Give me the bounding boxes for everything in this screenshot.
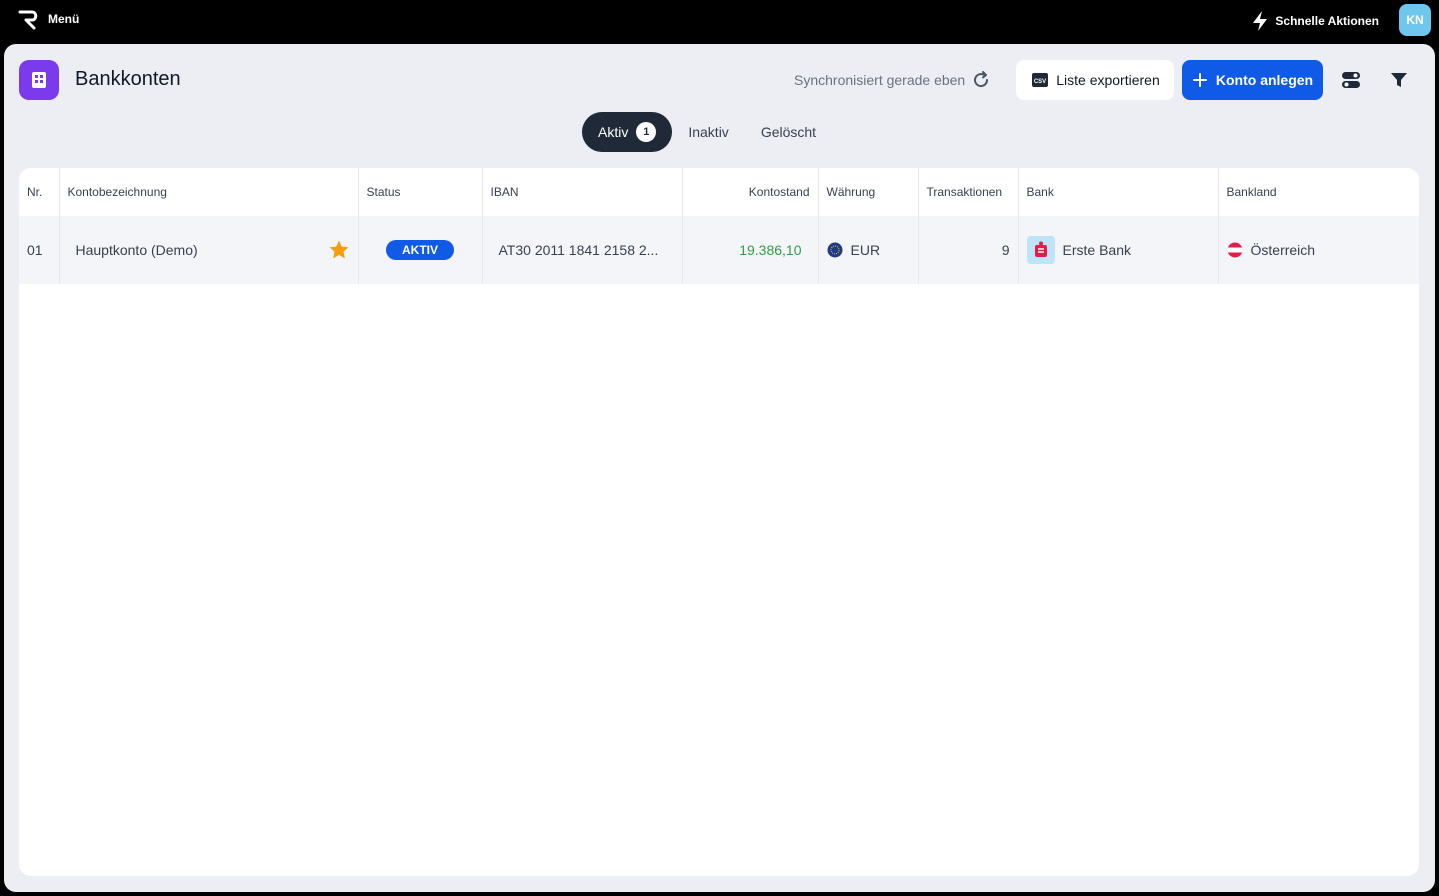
plus-icon: [1192, 73, 1207, 87]
column-header-nr[interactable]: Nr.: [19, 168, 60, 216]
cell-transactions: 9: [918, 216, 1019, 284]
cell-name: Hauptkonto (Demo): [59, 216, 359, 284]
menu-label: Menü: [48, 12, 80, 26]
tab-aktiv[interactable]: Aktiv 1: [582, 112, 673, 152]
tab-geloescht[interactable]: Gelöscht: [745, 112, 832, 152]
column-header-status[interactable]: Status: [358, 168, 483, 216]
status-badge: AKTIV: [386, 240, 454, 260]
account-name: Hauptkonto (Demo): [75, 242, 198, 258]
export-list-button[interactable]: CSV Liste exportieren: [1016, 60, 1174, 100]
export-list-label: Liste exportieren: [1056, 72, 1160, 88]
tab-aktiv-count: 1: [636, 122, 657, 142]
create-account-label: Konto anlegen: [1215, 72, 1314, 88]
menu-button[interactable]: Menü: [18, 8, 79, 30]
create-account-button[interactable]: Konto anlegen: [1182, 60, 1323, 100]
column-header-transactions[interactable]: Transaktionen: [918, 168, 1019, 216]
lightning-icon: [1253, 11, 1268, 31]
table-row[interactable]: 01 Hauptkonto (Demo) AKTIV AT30 2011 184…: [19, 216, 1419, 284]
tab-aktiv-label: Aktiv: [598, 124, 629, 140]
toggle-settings-icon: [1342, 72, 1360, 88]
top-bar: Menü Schnelle Aktionen KN: [0, 0, 1439, 44]
eu-flag-icon: [827, 242, 842, 258]
status-tabs: Aktiv 1 Inaktiv Gelöscht: [582, 112, 832, 152]
filter-icon: [1391, 73, 1407, 87]
cell-balance: 19.386,10: [682, 216, 819, 284]
csv-file-icon: CSV: [1032, 73, 1049, 87]
filter-button[interactable]: [1383, 64, 1415, 96]
column-settings-button[interactable]: [1335, 64, 1367, 96]
page-title: Bankkonten: [75, 68, 181, 90]
column-header-balance[interactable]: Kontostand: [682, 168, 819, 216]
app-logo-icon: [18, 10, 38, 30]
bank-logo-icon: [1026, 236, 1055, 264]
sync-status: Synchronisiert gerade eben: [794, 70, 991, 90]
quick-actions-label: Schnelle Aktionen: [1275, 14, 1379, 28]
column-header-currency[interactable]: Währung: [818, 168, 919, 216]
tab-inaktiv-label: Inaktiv: [688, 124, 729, 140]
tab-inaktiv[interactable]: Inaktiv: [672, 112, 744, 152]
country-name: Österreich: [1250, 242, 1316, 258]
star-icon[interactable]: [328, 239, 350, 261]
currency-code: EUR: [850, 242, 881, 258]
cell-iban: AT30 2011 1841 2158 2...: [482, 216, 683, 284]
austria-flag-icon: [1227, 242, 1242, 258]
column-header-bank[interactable]: Bank: [1018, 168, 1219, 216]
cell-bank: Erste Bank: [1018, 216, 1219, 284]
svg-text:CSV: CSV: [1034, 79, 1046, 85]
main-panel: Bankkonten Synchronisiert gerade eben CS…: [4, 44, 1435, 892]
bank-name: Erste Bank: [1062, 242, 1131, 258]
avatar[interactable]: KN: [1399, 4, 1431, 36]
accounts-table: Nr. Kontobezeichnung Status IBAN Kontost…: [19, 168, 1419, 876]
sync-status-text: Synchronisiert gerade eben: [794, 72, 966, 88]
bank-accounts-icon: [19, 60, 59, 100]
table-header-row: Nr. Kontobezeichnung Status IBAN Kontost…: [19, 168, 1419, 216]
column-header-name[interactable]: Kontobezeichnung: [59, 168, 359, 216]
cell-status: AKTIV: [358, 216, 483, 284]
quick-actions-button[interactable]: Schnelle Aktionen: [1251, 10, 1379, 32]
cell-currency: EUR: [818, 216, 919, 284]
refresh-icon[interactable]: [971, 70, 991, 90]
tab-geloescht-label: Gelöscht: [760, 124, 817, 140]
column-header-country[interactable]: Bankland: [1218, 168, 1419, 216]
cell-nr: 01: [19, 216, 60, 284]
cell-country: Österreich: [1218, 216, 1419, 284]
column-header-iban[interactable]: IBAN: [482, 168, 683, 216]
